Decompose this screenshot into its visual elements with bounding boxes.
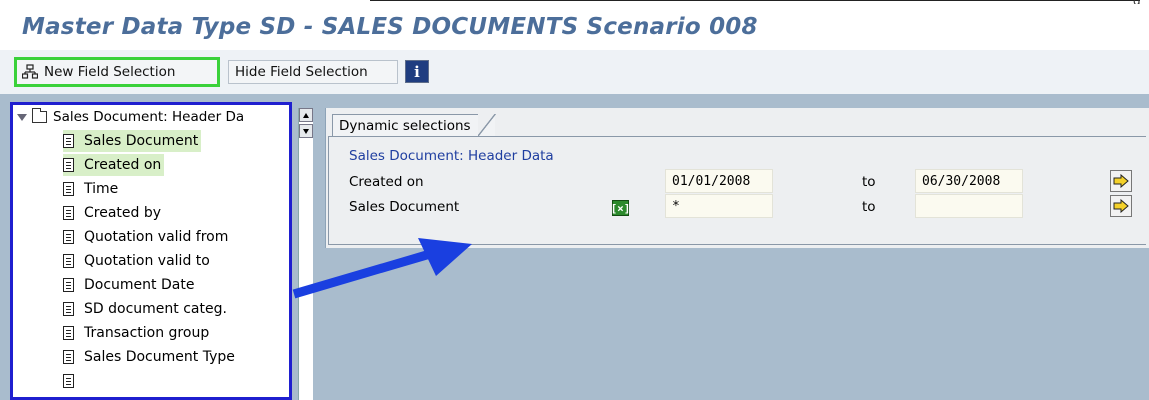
new-field-selection-label: New Field Selection [44,64,176,80]
document-icon [63,134,74,148]
document-icon [63,158,74,172]
tree-item-document-date[interactable]: Document Date [63,274,197,296]
main-area: Sales Document: Header Da Sales Document… [0,94,1149,400]
tree-item-sales-document[interactable]: Sales Document [63,130,202,152]
tree-item-partial [63,370,87,392]
tree-item-quotation-valid-from[interactable]: Quotation valid from [63,226,231,248]
annotation-arrow-icon [292,238,472,299]
tree-root-label: Sales Document: Header Da [53,109,245,125]
expand-triangle-icon[interactable] [17,113,27,121]
tree-root-node[interactable]: Sales Document: Header Da [17,108,245,125]
application-toolbar: New Field Selection Hide Field Selection… [0,50,1149,94]
hide-field-selection-button[interactable]: Hide Field Selection [228,60,398,84]
created-on-label: Created on [349,174,424,190]
document-icon [63,254,74,268]
arrow-right-icon [1113,174,1129,188]
sales-document-to-label: to [862,199,876,215]
scroll-down-icon[interactable] [299,124,313,138]
tab-dynamic-selections[interactable]: Dynamic selections [332,114,496,137]
document-icon [63,302,74,316]
new-field-selection-button[interactable]: New Field Selection [14,57,220,87]
tree-item-label: Transaction group [84,325,210,341]
tree-item-sd-document-categ[interactable]: SD document categ. [63,298,230,320]
tree-item-label: Sales Document Type [84,349,235,365]
tree-item-label: Quotation valid to [84,253,210,269]
scroll-up-icon[interactable] [299,108,313,122]
document-icon [63,350,74,364]
page-title: Master Data Type SD - SALES DOCUMENTS Sc… [22,14,758,40]
hierarchy-icon [22,64,38,80]
created-on-to-label: to [862,174,876,190]
group-label: Sales Document: Header Data [349,148,554,164]
hide-field-selection-label: Hide Field Selection [235,64,368,80]
sales-document-from-field[interactable]: * [665,194,773,218]
dynamic-selections-panel: Dynamic selections Sales Document: Heade… [325,108,1149,248]
document-icon [63,326,74,340]
tree-item-label: SD document categ. [84,301,227,317]
tab-label: Dynamic selections [339,117,471,134]
created-on-from-field[interactable]: 01/01/2008 [665,169,773,193]
document-icon [63,206,74,220]
multiple-selection-button-created-on[interactable] [1110,170,1132,192]
tree-item-transaction-group[interactable]: Transaction group [63,322,212,344]
document-icon [63,230,74,244]
tree-item-label: Time [84,181,119,197]
tree-item-label: Sales Document [84,133,199,149]
title-bar: Master Data Type SD - SALES DOCUMENTS Sc… [0,4,1149,48]
created-on-to-field[interactable]: 06/30/2008 [915,169,1023,193]
tree-item-label: Created on [84,157,162,173]
selection-option-icon[interactable]: [×] [611,200,630,216]
tree-item-label: Quotation valid from [84,229,229,245]
multiple-selection-button-sales-document[interactable] [1110,195,1132,217]
tree-item-label: Document Date [84,277,195,293]
info-button[interactable]: i [405,60,429,83]
tree-item-quotation-valid-to[interactable]: Quotation valid to [63,250,213,272]
top-rule [370,0,1140,3]
document-icon [63,278,74,292]
tree-item-created-on[interactable]: Created on [63,154,165,176]
tree-item-time[interactable]: Time [63,178,121,200]
tree-item-label: Created by [84,205,162,221]
tree-item-sales-document-type[interactable]: Sales Document Type [63,346,238,368]
sales-document-to-field[interactable] [915,194,1023,218]
document-icon [63,182,74,196]
sales-document-label: Sales Document [349,199,460,215]
info-icon: i [414,62,420,81]
tree-item-created-by[interactable]: Created by [63,202,164,224]
field-tree-panel: Sales Document: Header Da Sales Document… [10,102,292,400]
folder-icon [32,108,47,123]
document-icon [63,374,74,388]
arrow-right-icon [1113,199,1129,213]
